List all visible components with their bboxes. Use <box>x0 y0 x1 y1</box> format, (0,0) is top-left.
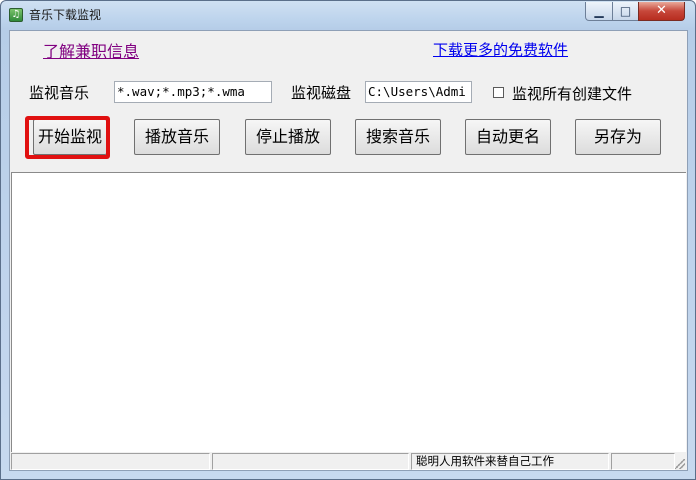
status-pane-1 <box>11 453 210 470</box>
auto-rename-button[interactable]: 自动更名 <box>465 119 551 155</box>
disk-path-input[interactable]: C:\Users\Admi <box>365 81 472 103</box>
monitor-all-checkbox[interactable] <box>493 87 504 98</box>
close-icon: ✕ <box>656 3 667 18</box>
search-music-button[interactable]: 搜索音乐 <box>355 119 441 155</box>
status-pane-4 <box>611 453 675 470</box>
monitor-music-label: 监视音乐 <box>29 84 90 102</box>
status-pane-2 <box>212 453 409 470</box>
download-more-software-link[interactable]: 下载更多的免费软件 <box>433 40 568 60</box>
monitor-all-label[interactable]: 监视所有创建文件 <box>512 84 632 104</box>
title-bar[interactable]: ♫ 音乐下载监视 ▁ □ ✕ <box>1 1 695 29</box>
monitor-disk-label: 监视磁盘 <box>291 84 352 102</box>
resize-grip-icon[interactable] <box>675 459 685 469</box>
main-panel: 了解兼职信息 下载更多的免费软件 监视音乐 *.wav;*.mp3;*.wma … <box>9 30 688 471</box>
status-pane-3: 聪明人用软件来替自己工作 <box>411 453 609 470</box>
stop-playback-button[interactable]: 停止播放 <box>245 119 331 155</box>
minimize-icon: ▁ <box>594 4 604 18</box>
minimize-button[interactable]: ▁ <box>585 2 613 21</box>
close-button[interactable]: ✕ <box>638 2 685 21</box>
app-window: ♫ 音乐下载监视 ▁ □ ✕ 了解兼职信息 下载更多的免费软件 监视音乐 *.w… <box>0 0 696 480</box>
play-music-button[interactable]: 播放音乐 <box>134 119 220 155</box>
start-monitor-button[interactable]: 开始监视 <box>33 119 107 155</box>
results-list[interactable] <box>11 172 686 452</box>
maximize-button[interactable]: □ <box>612 2 639 21</box>
part-time-info-link[interactable]: 了解兼职信息 <box>43 42 139 62</box>
music-filter-input[interactable]: *.wav;*.mp3;*.wma <box>114 81 272 103</box>
window-title: 音乐下载监视 <box>29 8 102 22</box>
music-note-icon: ♫ <box>9 8 23 22</box>
maximize-icon: □ <box>619 4 632 18</box>
save-as-button[interactable]: 另存为 <box>575 119 661 155</box>
status-bar: 聪明人用软件来替自己工作 <box>10 452 687 470</box>
